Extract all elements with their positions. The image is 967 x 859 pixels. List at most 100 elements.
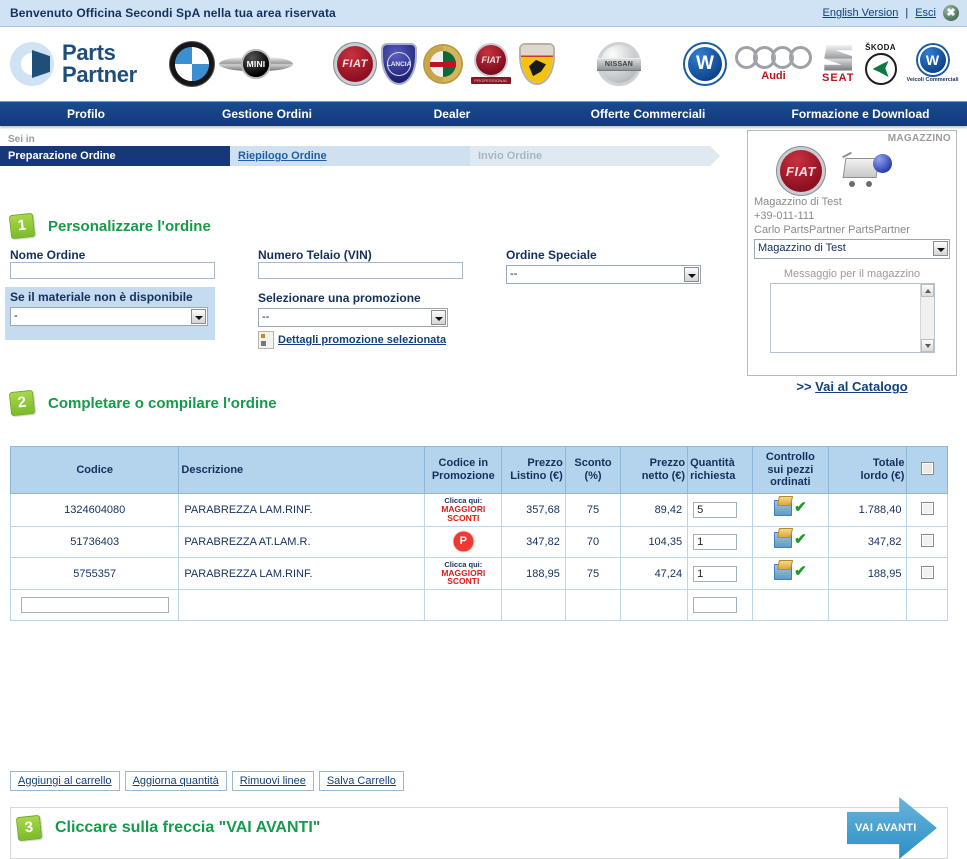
chevron-down-icon[interactable] — [431, 310, 446, 325]
magazzino-select[interactable]: Magazzino di Test — [754, 239, 950, 260]
materiale-select[interactable]: - — [10, 307, 208, 326]
chevron-down-icon[interactable] — [933, 241, 948, 257]
row-checkbox[interactable] — [920, 501, 934, 515]
quantita-input[interactable] — [693, 501, 738, 518]
col-header-quantita-richiesta: Quantità richiesta — [687, 446, 753, 494]
cell-new-sconto — [564, 589, 622, 622]
table-row: 51736403 PARABREZZA AT.LAM.R. P 347,82 7… — [9, 525, 948, 558]
nome-ordine-label: Nome Ordine — [10, 248, 86, 262]
volkswagen-logo[interactable]: W — [685, 44, 725, 84]
cell-sconto: 75 — [564, 492, 622, 527]
nav-item-profilo[interactable]: Profilo — [0, 107, 172, 121]
magazzino-message-label: Messaggio per il magazzino — [783, 268, 921, 281]
chevron-down-icon[interactable] — [191, 309, 206, 324]
parts-partner-logo[interactable]: Parts Partner — [10, 41, 170, 87]
scrollbar[interactable] — [919, 284, 934, 353]
row-checkbox[interactable] — [920, 565, 934, 579]
manufacturer-logos: MINI FIAT LANCIA FIAT PROFESSIONAL NISSA… — [170, 42, 967, 86]
magazzino-name: Magazzino di Test — [754, 196, 842, 208]
lancia-logo[interactable]: LANCIA — [383, 45, 415, 83]
fiat-professional-logo[interactable]: FIAT PROFESSIONAL — [471, 44, 511, 84]
col-header-controllo-pezzi: Controllo sui pezzi ordinati — [751, 446, 830, 494]
quantita-input[interactable] — [693, 565, 738, 582]
cell-quantita — [687, 492, 753, 527]
col-header-codice: Codice — [9, 446, 180, 494]
promozione-select-value: -- — [262, 311, 270, 323]
add-to-cart-button[interactable]: Aggiungi al carrello — [10, 771, 120, 791]
vai-avanti-button[interactable]: VAI AVANTI — [847, 797, 937, 859]
dettagli-promozione-link[interactable]: Dettagli promozione selezionata — [278, 334, 446, 346]
fiat-logo[interactable]: FIAT — [337, 46, 373, 82]
cell-new-promozione — [424, 589, 503, 622]
nav-item-offerte-commerciali[interactable]: Offerte Commerciali — [542, 107, 754, 121]
close-icon[interactable]: ✖ — [943, 5, 959, 21]
document-icon — [258, 331, 274, 349]
nissan-logo[interactable]: NISSAN — [597, 42, 641, 86]
save-cart-button[interactable]: Salva Carrello — [318, 771, 404, 791]
select-all-checkbox[interactable] — [920, 461, 934, 475]
field-group-ordine-speciale: Ordine Speciale -- — [506, 248, 726, 349]
cell-prezzo-listino: 357,68 — [501, 492, 566, 527]
col-header-descrizione: Descrizione — [178, 446, 426, 494]
separator: | — [905, 7, 909, 19]
top-welcome-bar: Benvenuto Officina Secondi SpA nella tua… — [0, 0, 967, 27]
vai-al-catalogo[interactable]: >> Vai al Catalogo — [747, 379, 957, 394]
mini-logo[interactable]: MINI — [219, 49, 293, 79]
materiale-label: Se il materiale non è disponibile — [10, 290, 193, 304]
promo-badge-icon[interactable]: P — [454, 533, 472, 551]
nav-item-dealer[interactable]: Dealer — [362, 107, 542, 121]
logout-link[interactable]: Esci — [915, 7, 936, 19]
vwc-label: Veicoli Commerciali — [906, 76, 959, 83]
field-group-vin: Numero Telaio (VIN) Selezionare una prom… — [258, 248, 506, 349]
promozione-select[interactable]: -- — [258, 308, 448, 327]
skoda-logo[interactable]: ŠKODA — [864, 43, 897, 85]
cell-totale-lordo: 347,82 — [828, 525, 908, 558]
magazzino-message-textarea[interactable] — [769, 283, 935, 354]
vw-veicoli-commerciali-logo[interactable]: W Veicoli Commerciali — [906, 44, 959, 83]
seat-label: SEAT — [822, 71, 855, 84]
step-invio-ordine: Invio Ordine — [470, 146, 720, 166]
nav-item-formazione-e-download[interactable]: Formazione e Download — [754, 107, 967, 121]
brand-logo-bar: Parts Partner MINI FIAT LANCIA FIAT PROF… — [0, 27, 967, 101]
cell-promozione[interactable]: P — [424, 525, 503, 558]
skoda-label: ŠKODA — [865, 43, 896, 52]
english-version-link[interactable]: English Version — [823, 7, 899, 19]
scroll-down-icon[interactable] — [920, 339, 934, 353]
abarth-logo[interactable] — [521, 45, 553, 83]
remove-lines-button[interactable]: Rimuovi linee — [231, 771, 314, 791]
ordine-speciale-label: Ordine Speciale — [506, 248, 597, 262]
cell-quantita — [687, 525, 753, 558]
quantita-input[interactable] — [693, 533, 738, 550]
section-personalizzare-ordine: 1 Personalizzare l'ordine Nome Ordine Se… — [5, 212, 735, 349]
step-preparazione-ordine[interactable]: Preparazione Ordine — [0, 146, 240, 166]
alfa-romeo-logo[interactable] — [425, 46, 461, 82]
parts-partner-mark-icon — [10, 42, 54, 86]
promozione-label: Selezionare una promozione — [258, 291, 421, 305]
row-checkbox[interactable] — [920, 533, 934, 547]
scroll-up-icon[interactable] — [920, 284, 934, 298]
cell-promozione[interactable]: Clicca qui: MAGGIORI SCONTI — [424, 492, 503, 527]
col-header-select-all — [906, 446, 948, 494]
catalogo-link-text[interactable]: Vai al Catalogo — [815, 379, 907, 394]
catalogo-prefix: >> — [796, 379, 816, 394]
bmw-logo[interactable] — [175, 47, 209, 81]
maggiori-sconti-link[interactable]: Clicca qui: MAGGIORI SCONTI — [430, 560, 496, 587]
vin-input[interactable] — [258, 262, 463, 279]
chevron-down-icon[interactable] — [684, 267, 699, 282]
audi-logo[interactable]: Audi — [735, 46, 812, 82]
new-codice-input[interactable] — [20, 597, 169, 614]
cell-controllo: ✔ — [751, 492, 830, 527]
step-riepilogo-ordine[interactable]: Riepilogo Ordine — [230, 146, 480, 166]
maggiori-sconti-link[interactable]: Clicca qui: MAGGIORI SCONTI — [430, 497, 496, 523]
new-quantita-input[interactable] — [693, 597, 738, 614]
cell-totale-lordo: 188,95 — [828, 556, 908, 591]
cell-promozione[interactable]: Clicca qui: MAGGIORI SCONTI — [424, 556, 503, 591]
update-quantity-button[interactable]: Aggiorna quantità — [124, 771, 227, 791]
nav-item-gestione-ordini[interactable]: Gestione Ordini — [172, 107, 362, 121]
forward-arrow-icon: VAI AVANTI — [847, 797, 937, 859]
seat-logo[interactable]: SEAT — [822, 44, 855, 84]
section1-fields: Nome Ordine Se il materiale non è dispon… — [5, 248, 735, 349]
nome-ordine-input[interactable] — [10, 262, 215, 279]
ordine-speciale-select[interactable]: -- — [506, 265, 701, 284]
cell-select — [906, 525, 948, 558]
